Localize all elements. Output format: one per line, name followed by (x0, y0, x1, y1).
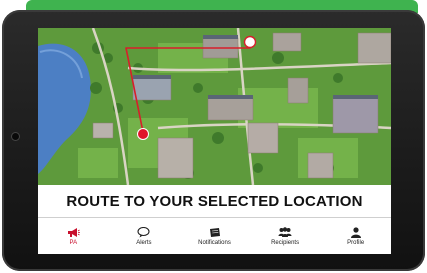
route-banner: ROUTE TO YOUR SELECTED LOCATION (38, 185, 391, 217)
tab-profile-label: Profile (347, 240, 365, 246)
tab-profile[interactable]: Profile (320, 218, 391, 254)
notebook-icon (207, 226, 221, 238)
tab-recipients[interactable]: Recipients (250, 218, 321, 254)
destination-marker[interactable] (243, 35, 257, 49)
camera-dot (12, 133, 19, 140)
app-screen: ROUTE TO YOUR SELECTED LOCATION PA Alert… (38, 28, 391, 254)
tab-recipients-label: Recipients (271, 240, 300, 246)
tab-alerts[interactable]: Alerts (109, 218, 180, 254)
chat-bubble-icon (137, 226, 151, 238)
start-marker[interactable] (137, 128, 149, 140)
banner-title: ROUTE TO YOUR SELECTED LOCATION (66, 192, 363, 210)
megaphone-icon (66, 226, 80, 238)
tab-pa[interactable]: PA (38, 218, 109, 254)
tab-alerts-label: Alerts (136, 240, 152, 246)
campus-map[interactable] (38, 28, 391, 185)
tab-pa-label: PA (69, 240, 78, 246)
group-icon (278, 226, 292, 238)
tab-notifications-label: Notifications (198, 240, 231, 246)
tab-notifications[interactable]: Notifications (179, 218, 250, 254)
person-icon (349, 226, 363, 238)
bottom-tab-bar: PA Alerts Notifications Recipients Profi… (38, 218, 391, 254)
